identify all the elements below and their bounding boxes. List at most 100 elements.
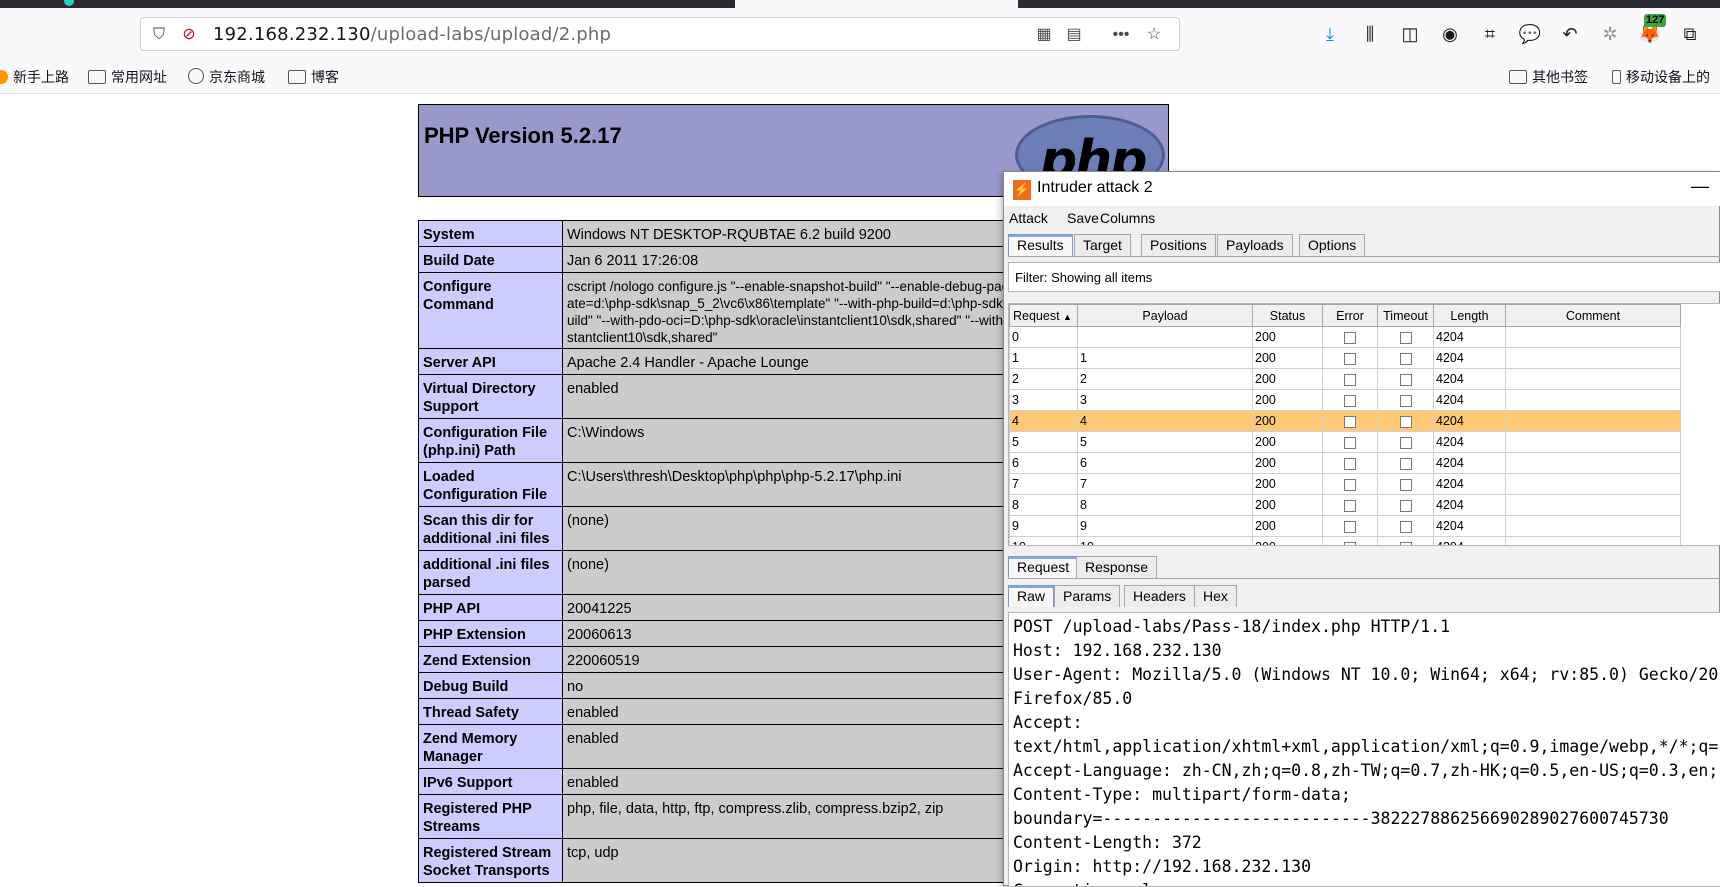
shield-icon[interactable]: ⛉: [149, 25, 169, 45]
cell-error: [1322, 347, 1378, 369]
cell-status: 200: [1252, 515, 1323, 537]
cell-payload: 3: [1077, 389, 1253, 411]
tab-params[interactable]: Params: [1054, 585, 1121, 607]
result-row[interactable]: 0 200 4204: [1009, 326, 1681, 348]
menu-save[interactable]: Save: [1067, 210, 1099, 226]
cell-status: 200: [1252, 431, 1323, 453]
address-bar[interactable]: ⛉ ⊘ 192.168.232.130/upload-labs/upload/2…: [140, 17, 1180, 51]
col-status[interactable]: Status: [1252, 304, 1323, 327]
cell-payload: 4: [1077, 410, 1253, 432]
attack-tabs: Results Target Positions Payloads Option…: [1008, 234, 1720, 256]
col-timeout[interactable]: Timeout: [1377, 304, 1434, 327]
col-request[interactable]: Request ▲: [1009, 304, 1078, 327]
phpinfo-key: Configure Command: [418, 272, 563, 349]
filter-bar[interactable]: Filter: Showing all items: [1008, 262, 1720, 292]
checkbox-icon: [1399, 373, 1412, 386]
checkbox-icon: [1344, 520, 1356, 533]
result-row[interactable]: 3 3 200 4204: [1009, 389, 1681, 411]
result-row[interactable]: 4 4 200 4204: [1009, 410, 1681, 432]
col-error[interactable]: Error: [1322, 304, 1378, 327]
download-icon[interactable]: ⤓: [1310, 22, 1350, 46]
col-payload[interactable]: Payload: [1077, 304, 1253, 327]
bookmark-item[interactable]: 新手上路: [0, 67, 69, 87]
cell-status: 200: [1252, 410, 1323, 432]
cell-error: [1322, 473, 1378, 495]
bookmark-item[interactable]: 其他书签: [1509, 67, 1588, 87]
cell-error: [1322, 389, 1378, 411]
phpinfo-key: Loaded Configuration File: [418, 462, 563, 507]
col-label: Request: [1013, 308, 1060, 323]
cell-comment: [1505, 410, 1681, 432]
bookmark-label: 京东商城: [209, 69, 265, 85]
cell-error: [1322, 326, 1378, 348]
tab-response[interactable]: Response: [1076, 556, 1158, 578]
result-row[interactable]: 8 8 200 4204: [1009, 494, 1681, 516]
tab-request[interactable]: Request: [1008, 556, 1079, 578]
window-titlebar[interactable]: ⚡ Intruder attack 2 —: [1004, 172, 1720, 206]
result-row[interactable]: 7 7 200 4204: [1009, 473, 1681, 495]
bookmark-label: 其他书签: [1532, 69, 1588, 85]
cell-length: 4204: [1433, 410, 1506, 432]
raw-request-line: boundary=---------------------------3822…: [1013, 809, 1669, 828]
mobile-icon: [1612, 70, 1621, 84]
cell-timeout: [1377, 473, 1434, 495]
cell-payload: 8: [1077, 494, 1253, 516]
result-row[interactable]: 10102004204: [1009, 536, 1681, 545]
bookmark-star-icon[interactable]: ☆: [1144, 25, 1164, 45]
result-row[interactable]: 5 5 200 4204: [1009, 431, 1681, 453]
col-length[interactable]: Length: [1433, 304, 1506, 327]
url-text[interactable]: 192.168.232.130/upload-labs/upload/2.php: [213, 24, 611, 45]
sidebar-icon[interactable]: ◫: [1390, 22, 1430, 46]
tab-results[interactable]: Results: [1008, 234, 1073, 256]
screenshot-crop-icon[interactable]: ⌗: [1470, 22, 1510, 46]
request-response-tabs: Request Response: [1008, 556, 1720, 578]
tab-hex[interactable]: Hex: [1194, 585, 1237, 607]
reader-view-icon[interactable]: ▤: [1064, 25, 1084, 45]
checkbox-icon: [1344, 436, 1356, 449]
bookmarks-bar: 新手上路 常用网址 京东商城 博客 其他书签 移动设备上的: [0, 58, 1720, 94]
bookmark-item[interactable]: 常用网址: [88, 67, 167, 87]
library-icon[interactable]: ⫼: [1350, 22, 1390, 46]
tab-target[interactable]: Target: [1074, 234, 1131, 256]
menu-columns[interactable]: Columns: [1100, 210, 1155, 226]
phpinfo-key: Debug Build: [418, 672, 563, 699]
phpinfo-key: Thread Safety: [418, 698, 563, 725]
account-icon[interactable]: ◉: [1430, 22, 1470, 46]
qr-code-icon[interactable]: ▦: [1034, 25, 1054, 45]
bookmark-item[interactable]: 博客: [288, 67, 339, 87]
view-tabs: Raw Params Headers Hex: [1008, 585, 1720, 607]
bookmark-item[interactable]: 京东商城: [188, 67, 265, 87]
menu-attack[interactable]: Attack: [1009, 210, 1048, 226]
raw-request-editor[interactable]: POST /upload-labs/Pass-18/index.php HTTP…: [1008, 612, 1720, 887]
tab-options[interactable]: Options: [1299, 234, 1366, 256]
cell-timeout: [1377, 368, 1434, 390]
cell-payload: 10: [1077, 536, 1253, 545]
active-tab[interactable]: [735, 0, 1018, 8]
more-actions-icon[interactable]: •••: [1111, 25, 1131, 45]
extension-bug-icon[interactable]: ✲: [1590, 22, 1630, 46]
col-comment[interactable]: Comment: [1505, 304, 1681, 327]
tab-raw[interactable]: Raw: [1008, 585, 1055, 607]
tab-payloads[interactable]: Payloads: [1217, 234, 1293, 256]
back-arrow-icon[interactable]: ↶: [1550, 22, 1590, 46]
tab-headers[interactable]: Headers: [1124, 585, 1195, 607]
extensions-puzzle-icon[interactable]: ⧉: [1670, 22, 1710, 46]
extension-badge-icon[interactable]: 🦊 127: [1630, 14, 1670, 46]
chat-icon[interactable]: 💬: [1510, 22, 1550, 46]
checkbox-icon: [1399, 520, 1412, 533]
phpinfo-key: PHP API: [418, 594, 563, 621]
tab-positions[interactable]: Positions: [1141, 234, 1216, 256]
cell-timeout: [1377, 326, 1434, 348]
bookmark-item[interactable]: 移动设备上的: [1612, 67, 1710, 87]
bookmark-label: 移动设备上的: [1626, 69, 1710, 85]
checkbox-icon: [1344, 394, 1356, 407]
cell-comment: [1505, 431, 1681, 453]
result-row[interactable]: 6 6 200 4204: [1009, 452, 1681, 474]
minimize-icon[interactable]: —: [1691, 176, 1709, 197]
raw-request-line: text/html,application/xhtml+xml,applicat…: [1013, 737, 1719, 756]
insecure-lock-icon[interactable]: ⊘: [179, 25, 199, 45]
result-row[interactable]: 1 1 200 4204: [1009, 347, 1681, 369]
result-row[interactable]: 9 9 200 4204: [1009, 515, 1681, 537]
result-row[interactable]: 2 2 200 4204: [1009, 368, 1681, 390]
tab-divider: [1008, 578, 1720, 579]
